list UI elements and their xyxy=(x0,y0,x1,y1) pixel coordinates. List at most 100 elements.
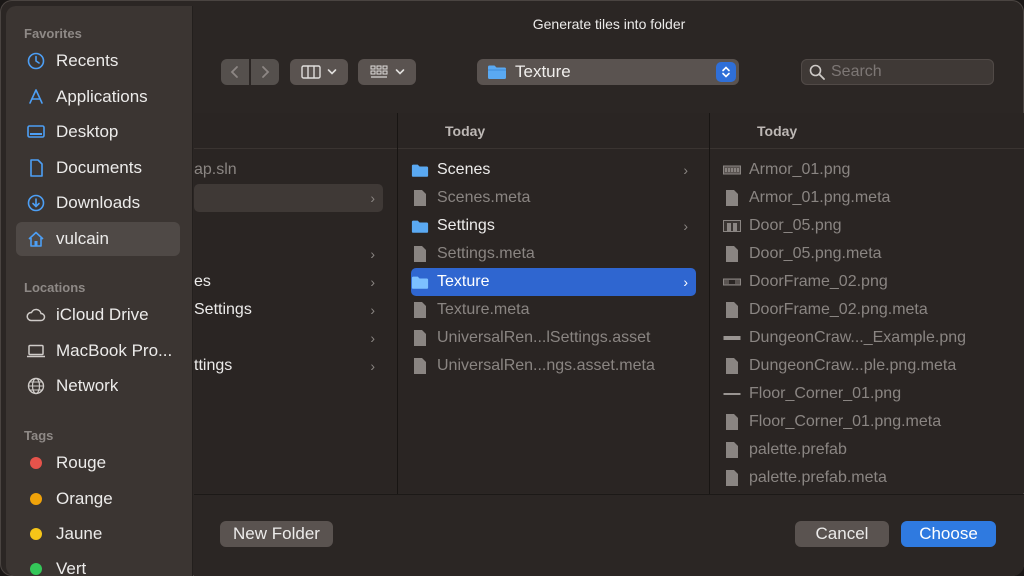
choose-button[interactable]: Choose xyxy=(901,521,996,547)
chevron-right-icon: › xyxy=(370,246,375,262)
path-popup[interactable]: Texture xyxy=(477,59,739,85)
file-name: DoorFrame_02.png xyxy=(749,273,888,290)
list-item[interactable]: DungeonCraw...ple.png.meta xyxy=(723,352,1018,380)
column-divider[interactable] xyxy=(397,113,398,494)
sidebar-item-label: Downloads xyxy=(56,193,141,212)
search-placeholder: Search xyxy=(831,63,882,80)
sidebar-item-downloads[interactable]: Downloads xyxy=(16,186,180,220)
list-item[interactable]: › xyxy=(194,324,383,352)
sidebar-item-recents[interactable]: Recents xyxy=(16,44,180,78)
tag-dot-icon xyxy=(30,457,42,469)
image-thumbnail-icon xyxy=(723,160,741,180)
cloud-icon xyxy=(26,305,46,325)
sidebar-tag-rouge[interactable]: Rouge xyxy=(16,446,180,480)
list-item[interactable]: DoorFrame_02.png.meta xyxy=(723,296,1018,324)
chevron-right-icon: › xyxy=(370,274,375,290)
list-item[interactable]: es › xyxy=(194,268,383,296)
file-name: UniversalRen...lSettings.asset xyxy=(437,329,651,346)
file-icon xyxy=(723,300,741,320)
list-item[interactable]: Armor_01.png.meta xyxy=(723,184,1018,212)
file-name: DoorFrame_02.png.meta xyxy=(749,301,928,318)
sidebar-item-label: Recents xyxy=(56,51,119,70)
sidebar-tag-orange[interactable]: Orange xyxy=(16,482,180,516)
sidebar-item-applications[interactable]: Applications xyxy=(16,80,180,114)
sidebar-tag-jaune[interactable]: Jaune xyxy=(16,517,180,551)
sidebar-item-label: Desktop xyxy=(56,122,119,141)
file-icon xyxy=(723,244,741,264)
sidebar-item-label: Rouge xyxy=(56,453,107,472)
list-item[interactable]: Floor_Corner_01.png xyxy=(723,380,1018,408)
column-header-date: Today xyxy=(445,123,486,139)
file-name: Door_05.png.meta xyxy=(749,245,882,262)
file-name: DungeonCraw...ple.png.meta xyxy=(749,357,957,374)
cancel-button[interactable]: Cancel xyxy=(795,521,889,547)
sidebar-section-favorites: Favorites xyxy=(24,26,82,41)
sidebar-item-icloud-drive[interactable]: iCloud Drive xyxy=(16,298,180,332)
desktop-icon xyxy=(26,122,46,142)
file-name: palette.prefab xyxy=(749,441,847,458)
list-item[interactable]: Scenes › xyxy=(411,156,696,184)
folder-icon xyxy=(411,272,429,292)
view-columns-button[interactable] xyxy=(290,59,348,85)
clock-icon xyxy=(26,51,46,71)
file-icon xyxy=(723,188,741,208)
list-item[interactable]: › xyxy=(194,240,383,268)
folder-icon xyxy=(487,64,507,80)
column-divider[interactable] xyxy=(709,113,710,494)
sidebar-item-vulcain[interactable]: vulcain xyxy=(16,222,180,256)
sidebar-item-label: Applications xyxy=(56,87,148,106)
column-header-date: Today xyxy=(757,123,798,139)
sidebar: Favorites Recents Applications Desktop D… xyxy=(6,6,193,576)
image-thumbnail-icon xyxy=(723,216,741,236)
list-item[interactable]: DoorFrame_02.png xyxy=(723,268,1018,296)
chevron-right-icon: › xyxy=(683,162,688,178)
file-name: Floor_Corner_01.png.meta xyxy=(749,413,942,430)
folder-icon xyxy=(411,216,429,236)
file-name: Door_05.png xyxy=(749,217,842,234)
sidebar-item-network[interactable]: Network xyxy=(16,369,180,403)
list-item[interactable]: palette.prefab xyxy=(723,436,1018,464)
list-item[interactable]: Floor_Corner_01.png.meta xyxy=(723,408,1018,436)
list-item[interactable]: Texture.meta xyxy=(411,296,696,324)
folder-icon xyxy=(411,160,429,180)
list-item[interactable]: Settings › xyxy=(411,212,696,240)
back-button[interactable] xyxy=(221,59,249,85)
file-icon xyxy=(411,300,429,320)
chevron-right-icon: › xyxy=(370,358,375,374)
list-item[interactable]: Scenes.meta xyxy=(411,184,696,212)
forward-button[interactable] xyxy=(251,59,279,85)
list-item[interactable]: › xyxy=(194,184,383,212)
list-item[interactable]: Door_05.png.meta xyxy=(723,240,1018,268)
list-item[interactable]: palette.prefab.meta xyxy=(723,464,1018,492)
file-name: Texture.meta xyxy=(437,301,530,318)
list-item[interactable]: ttings › xyxy=(194,352,383,380)
file-icon xyxy=(411,328,429,348)
search-field[interactable]: Search xyxy=(801,59,994,85)
sidebar-item-macbook-pro[interactable]: MacBook Pro... xyxy=(16,334,180,368)
search-icon xyxy=(809,64,825,80)
list-item[interactable]: UniversalRen...ngs.asset.meta xyxy=(411,352,696,380)
sidebar-item-documents[interactable]: Documents xyxy=(16,151,180,185)
sidebar-item-label: Jaune xyxy=(56,524,103,543)
list-item[interactable]: UniversalRen...lSettings.asset xyxy=(411,324,696,352)
sidebar-item-label: MacBook Pro... xyxy=(56,341,173,360)
list-item[interactable]: Settings.meta xyxy=(411,240,696,268)
chevron-right-icon xyxy=(262,66,270,78)
list-item-selected[interactable]: Texture › xyxy=(411,268,696,296)
sidebar-item-label: vulcain xyxy=(56,229,109,248)
sidebar-item-label: Network xyxy=(56,376,119,395)
list-item[interactable]: DungeonCraw..._Example.png xyxy=(723,324,1018,352)
view-grid-button[interactable] xyxy=(358,59,416,85)
list-item[interactable]: ap.sln xyxy=(194,156,383,184)
path-popup-label: Texture xyxy=(515,62,571,81)
chevron-right-icon: › xyxy=(370,302,375,318)
list-item[interactable]: Settings › xyxy=(194,296,383,324)
list-item[interactable]: Door_05.png xyxy=(723,212,1018,240)
tag-dot-icon xyxy=(30,563,42,575)
file-icon xyxy=(411,188,429,208)
sidebar-item-label: Vert xyxy=(56,559,87,576)
sidebar-item-desktop[interactable]: Desktop xyxy=(16,115,180,149)
new-folder-button[interactable]: New Folder xyxy=(220,521,333,547)
list-item[interactable]: Armor_01.png xyxy=(723,156,1018,184)
sidebar-tag-vert[interactable]: Vert xyxy=(16,552,180,576)
